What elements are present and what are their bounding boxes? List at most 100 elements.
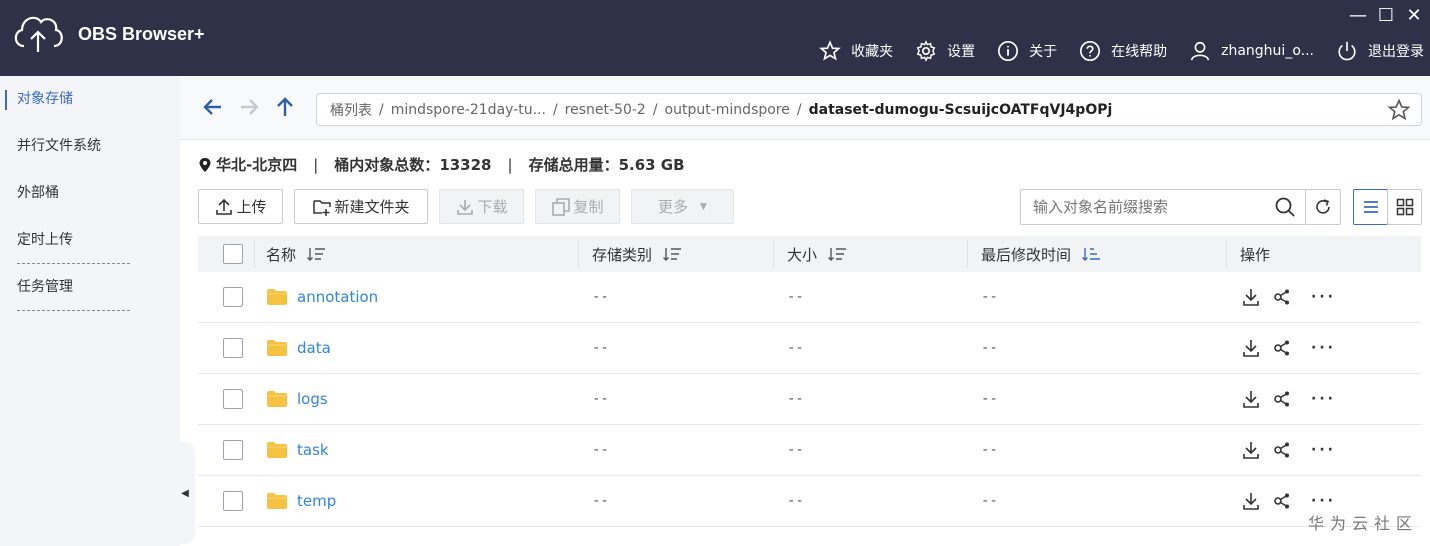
more-actions-button[interactable]: ··· bbox=[1311, 289, 1336, 305]
grid-view-button[interactable] bbox=[1387, 189, 1422, 225]
storage-usage-label: 存储总用量： bbox=[528, 156, 619, 174]
up-arrow-icon[interactable] bbox=[274, 96, 296, 118]
back-arrow-icon[interactable] bbox=[202, 96, 224, 118]
folder-link[interactable]: annotation bbox=[297, 288, 378, 306]
row-checkbox[interactable] bbox=[223, 440, 243, 460]
breadcrumb-separator: / bbox=[796, 101, 802, 118]
sort-icon[interactable] bbox=[827, 246, 847, 262]
favorites-link[interactable]: 收藏夹 bbox=[819, 40, 893, 62]
share-icon[interactable] bbox=[1273, 492, 1291, 510]
forward-arrow-icon[interactable] bbox=[238, 96, 260, 118]
size-cell: -- bbox=[787, 340, 804, 356]
more-actions-button[interactable]: ··· bbox=[1311, 442, 1336, 458]
select-all-checkbox[interactable] bbox=[223, 244, 243, 264]
sort-active-icon[interactable] bbox=[1081, 246, 1101, 262]
actions-cell: ··· bbox=[1226, 491, 1421, 511]
minimize-button[interactable]: — bbox=[1348, 4, 1368, 26]
user-menu[interactable]: zhanghui_o... bbox=[1189, 40, 1314, 62]
sidebar-item-external-bucket[interactable]: 外部桶 bbox=[0, 170, 180, 217]
copy-label: 复制 bbox=[573, 198, 604, 216]
new-folder-label: 新建文件夹 bbox=[334, 198, 410, 216]
search-input[interactable] bbox=[1020, 189, 1306, 225]
breadcrumb-separator: / bbox=[652, 101, 658, 118]
sidebar-item-task-management[interactable]: 任务管理 bbox=[0, 264, 180, 311]
sort-icon[interactable] bbox=[306, 246, 326, 262]
share-icon[interactable] bbox=[1273, 288, 1291, 306]
breadcrumb-bucket-list[interactable]: 桶列表 bbox=[330, 100, 372, 120]
download-icon[interactable] bbox=[1241, 338, 1261, 358]
more-actions-button[interactable]: ··· bbox=[1311, 493, 1336, 509]
column-storage-class-label: 存储类别 bbox=[592, 245, 653, 264]
sidebar-item-scheduled-upload[interactable]: 定时上传 bbox=[0, 217, 180, 264]
row-checkbox-cell bbox=[198, 338, 254, 358]
grid-view-icon bbox=[1396, 198, 1413, 216]
modified-cell: -- bbox=[981, 340, 998, 356]
top-nav: 收藏夹 设置 关于 在线帮助 zhanghui_o... 退出登录 bbox=[797, 40, 1424, 62]
close-button[interactable]: ✕ bbox=[1404, 4, 1424, 26]
folder-link[interactable]: logs bbox=[297, 390, 328, 408]
size-cell: -- bbox=[787, 442, 804, 458]
info-icon bbox=[998, 41, 1019, 61]
sort-icon[interactable] bbox=[662, 246, 682, 262]
list-view-button[interactable] bbox=[1353, 189, 1388, 225]
help-link[interactable]: 在线帮助 bbox=[1079, 40, 1167, 62]
row-checkbox[interactable] bbox=[223, 389, 243, 409]
breadcrumb-current: dataset-dumogu-ScsuijcOATFqVJ4pOPj bbox=[808, 101, 1113, 118]
folder-link[interactable]: task bbox=[297, 441, 329, 459]
sidebar-item-parallel-fs[interactable]: 并行文件系统 bbox=[0, 123, 180, 170]
column-header-size[interactable]: 大小 bbox=[773, 236, 967, 272]
about-link[interactable]: 关于 bbox=[997, 40, 1057, 62]
row-checkbox[interactable] bbox=[223, 491, 243, 511]
row-checkbox[interactable] bbox=[223, 338, 243, 358]
upload-button[interactable]: 上传 bbox=[198, 189, 283, 224]
new-folder-button[interactable]: 新建文件夹 bbox=[294, 189, 428, 224]
logout-link[interactable]: 退出登录 bbox=[1336, 40, 1424, 62]
column-header-name[interactable]: 名称 bbox=[254, 236, 578, 272]
sidebar-collapse-button[interactable]: ◀ bbox=[175, 442, 195, 544]
breadcrumb-folder-resnet[interactable]: resnet-50-2 bbox=[565, 102, 646, 118]
app-title: OBS Browser+ bbox=[78, 23, 205, 44]
download-icon[interactable] bbox=[1241, 491, 1261, 511]
table-row[interactable]: temp -- -- -- ··· bbox=[198, 476, 1421, 527]
bookmark-star-icon[interactable] bbox=[1387, 98, 1411, 122]
modified-cell: -- bbox=[981, 391, 998, 407]
more-label: 更多 bbox=[658, 198, 689, 216]
breadcrumb-bucket[interactable]: mindspore-21day-tu... bbox=[391, 102, 546, 118]
copy-button[interactable]: 复制 bbox=[535, 189, 620, 224]
refresh-button[interactable] bbox=[1305, 189, 1341, 225]
folder-icon bbox=[267, 493, 287, 509]
share-icon[interactable] bbox=[1273, 339, 1291, 357]
download-icon[interactable] bbox=[1241, 389, 1261, 409]
download-icon[interactable] bbox=[1241, 440, 1261, 460]
search-icon[interactable] bbox=[1274, 196, 1296, 218]
column-header-storage-class[interactable]: 存储类别 bbox=[578, 236, 773, 272]
table-row[interactable]: task -- -- -- ··· bbox=[198, 425, 1421, 476]
folder-icon bbox=[267, 391, 287, 407]
folder-link[interactable]: data bbox=[297, 339, 331, 357]
row-checkbox[interactable] bbox=[223, 287, 243, 307]
folder-link[interactable]: temp bbox=[297, 492, 336, 510]
maximize-button[interactable]: ☐ bbox=[1376, 4, 1396, 26]
share-icon[interactable] bbox=[1273, 441, 1291, 459]
table-row[interactable]: logs -- -- -- ··· bbox=[198, 374, 1421, 425]
star-icon bbox=[819, 40, 841, 61]
breadcrumb-folder-output[interactable]: output-mindspore bbox=[665, 102, 790, 118]
modified-cell: -- bbox=[981, 442, 998, 458]
table-row[interactable]: annotation -- -- -- ··· bbox=[198, 272, 1421, 323]
sidebar-item-object-storage[interactable]: 对象存储 bbox=[0, 76, 180, 123]
name-cell: annotation bbox=[254, 288, 578, 306]
object-count-label: 桶内对象总数： bbox=[334, 156, 440, 174]
download-icon[interactable] bbox=[1241, 287, 1261, 307]
table-row[interactable]: data -- -- -- ··· bbox=[198, 323, 1421, 374]
share-icon[interactable] bbox=[1273, 390, 1291, 408]
more-button[interactable]: 更多 ▼ bbox=[631, 189, 734, 224]
about-label: 关于 bbox=[1029, 44, 1058, 60]
more-actions-button[interactable]: ··· bbox=[1311, 391, 1336, 407]
size-cell: -- bbox=[787, 289, 804, 305]
column-header-modified[interactable]: 最后修改时间 bbox=[967, 236, 1226, 272]
download-button[interactable]: 下载 bbox=[439, 189, 524, 224]
logout-label: 退出登录 bbox=[1368, 44, 1424, 60]
settings-link[interactable]: 设置 bbox=[915, 40, 975, 62]
more-actions-button[interactable]: ··· bbox=[1311, 340, 1336, 356]
storage-class-cell: -- bbox=[592, 340, 609, 356]
